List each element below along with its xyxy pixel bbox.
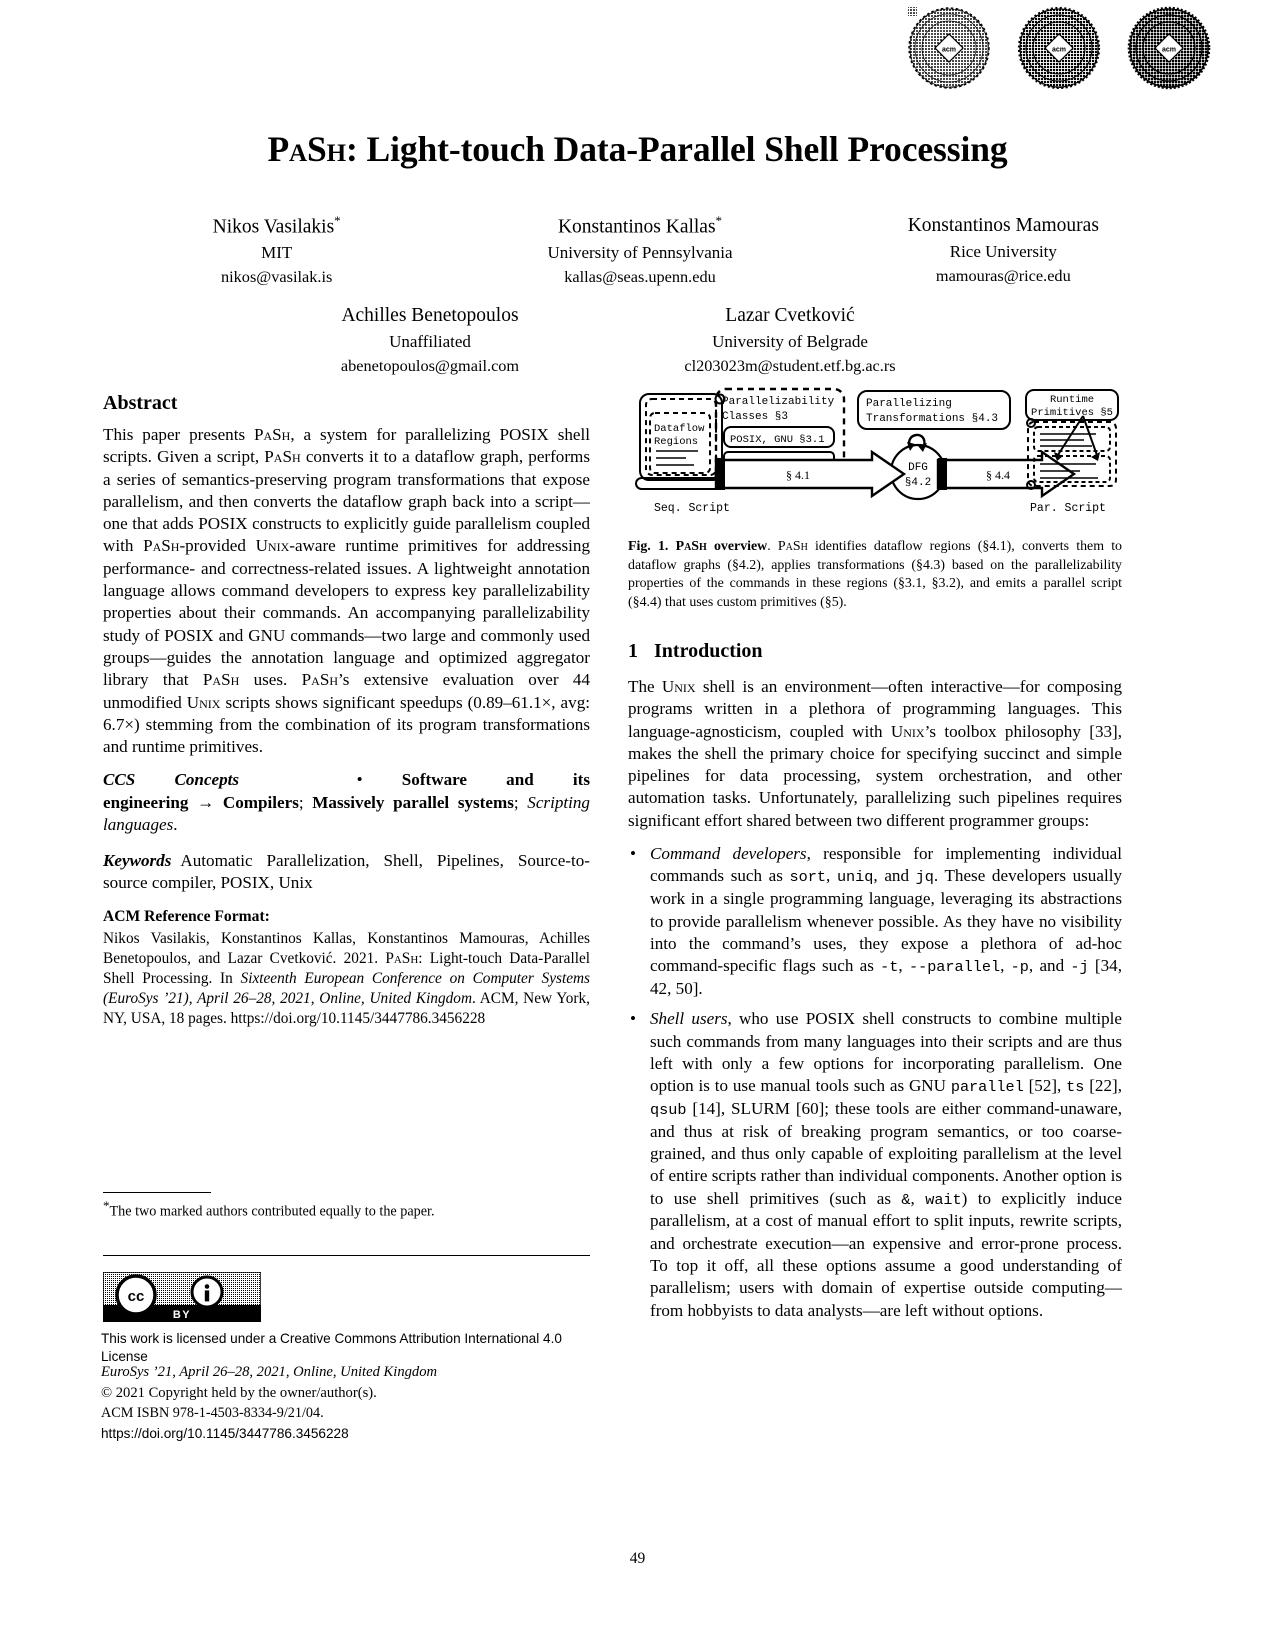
author-affiliation: Rice University — [949, 241, 1057, 261]
author-name: Nikos Vasilakis* — [212, 213, 341, 238]
figure-seq-script-label: Seq. Script — [654, 502, 730, 515]
svg-text:acm: acm — [1052, 47, 1066, 54]
copyright-line: © 2021 Copyright held by the owner/autho… — [101, 1384, 377, 1401]
section-number: 1 — [628, 640, 638, 662]
author-row-1: Nikos Vasilakis* MIT nikos@vasilak.is Ko… — [95, 212, 1185, 288]
copyright-block: EuroSys ’21, April 26–28, 2021, Online, … — [101, 1362, 601, 1443]
doi-link[interactable]: https://doi.org/10.1145/3447786.3456228 — [101, 1424, 601, 1443]
svg-text:acm: acm — [942, 47, 956, 54]
footnote: *The two marked authors contributed equa… — [103, 1198, 435, 1220]
figure-transformations-line2: Transformations §4.3 — [866, 413, 998, 425]
page-title: PaSh: Light-touch Data-Parallel Shell Pr… — [90, 128, 1185, 170]
keywords: Keywords Automatic Parallelization, Shell… — [103, 850, 590, 893]
author-block: Nikos Vasilakis* MIT nikos@vasilak.is — [95, 212, 458, 288]
isbn-line: ACM ISBN 978-1-4503-8334-9/21/04. — [101, 1405, 324, 1422]
figure-runtime-line2: Primitives §5 — [1031, 407, 1113, 419]
title-pash: PaSh — [267, 129, 346, 169]
figure-arrow2-label: § 4.4 — [986, 468, 1010, 482]
svg-text:BY: BY — [173, 1309, 191, 1321]
figure-parallelizability-line1: Parallelizability — [722, 396, 835, 408]
figure-dfg-line1: DFG — [908, 462, 928, 474]
author-block: Konstantinos Kallas* University of Penns… — [458, 212, 821, 288]
abstract-paragraph: This paper presents PaSh, a system for p… — [103, 425, 590, 757]
author-affiliation: University of Pennsylvania — [547, 243, 733, 263]
introduction-heading: 1 Introduction — [628, 640, 1122, 672]
introduction-body: The Unix shell is an environment—often i… — [628, 676, 1122, 1330]
figure-pash-overview: Seq. Script Dataflow Regions Paralleliza… — [628, 386, 1122, 518]
author-affiliation: University of Belgrade — [712, 331, 868, 351]
figure-par-script-label: Par. Script — [1030, 502, 1106, 515]
svg-text:cc: cc — [128, 1288, 145, 1305]
author-name: Konstantinos Mamouras — [907, 215, 1099, 236]
intro-paragraph-1: The Unix shell is an environment—often i… — [628, 677, 1122, 830]
figure-dataflow-regions-line1: Dataflow — [654, 423, 705, 435]
figure-dfg-line2: §4.2 — [905, 477, 931, 489]
acm-badges: acm acm acm — [901, 4, 1217, 92]
author-row-2: Achilles Benetopoulos Unaffiliated abene… — [250, 302, 970, 377]
author-email[interactable]: mamouras@rice.edu — [822, 264, 1185, 287]
author-email[interactable]: abenetopoulos@gmail.com — [250, 354, 610, 377]
list-item: Shell users, who use POSIX shell constru… — [630, 1008, 1122, 1322]
author-block: Lazar Cvetković University of Belgrade c… — [610, 302, 970, 377]
creative-commons-badge: cc BY — [102, 1271, 262, 1323]
page-number: 49 — [629, 1550, 646, 1567]
author-block: Konstantinos Mamouras Rice University ma… — [822, 212, 1185, 288]
author-name: Achilles Benetopoulos — [341, 305, 519, 326]
figure-caption: Fig. 1. PaSh overview. PaSh identifies d… — [628, 539, 1122, 610]
abstract-heading: Abstract — [103, 392, 178, 414]
license-text: This work is licensed under a Creative C… — [101, 1331, 562, 1364]
equal-contribution-marker: * — [715, 213, 723, 228]
author-block: Achilles Benetopoulos Unaffiliated abene… — [250, 302, 610, 377]
figure-parallelizability-line2: Classes §3 — [722, 411, 788, 423]
author-email[interactable]: nikos@vasilak.is — [95, 265, 458, 288]
programmer-groups-list: Command developers, responsible for impl… — [628, 843, 1122, 1322]
author-email[interactable]: cl203023m@student.etf.bg.ac.rs — [610, 354, 970, 377]
footnote-divider — [103, 1192, 211, 1193]
license-divider — [103, 1255, 590, 1256]
author-affiliation: MIT — [261, 243, 293, 263]
acm-reference-format-heading: ACM Reference Format: — [103, 908, 270, 926]
figure-arrow1-label: § 4.1 — [786, 468, 810, 482]
ccs-concepts: CCS Concepts • Software and its engineer… — [103, 770, 590, 835]
figure-dataflow-regions-line2: Regions — [654, 436, 698, 448]
venue-line: EuroSys ’21, April 26–28, 2021, Online, … — [101, 1364, 438, 1380]
figure-runtime-line1: Runtime — [1050, 394, 1094, 406]
acm-artifacts-evaluated-functional-badge: acm — [1011, 4, 1107, 92]
acm-reference-format-body: Nikos Vasilakis, Konstantinos Kallas, Ko… — [103, 930, 590, 1027]
title-rest: : Light-touch Data-Parallel Shell Proces… — [346, 129, 1008, 169]
figure-transformations-line1: Parallelizing — [866, 398, 952, 410]
svg-text:acm: acm — [1162, 47, 1176, 54]
equal-contribution-marker: * — [334, 213, 341, 228]
list-item: Command developers, responsible for impl… — [630, 843, 1122, 1000]
section-title: Introduction — [654, 640, 763, 662]
author-name: Lazar Cvetković — [725, 305, 855, 326]
acm-results-reproduced-badge: acm — [1121, 4, 1217, 92]
author-affiliation: Unaffiliated — [389, 331, 471, 351]
paper-page: acm acm acm PaSh: Light-touch Data-Paral… — [0, 0, 1275, 1650]
left-column: Abstract This paper presents PaSh, a sys… — [103, 392, 590, 1029]
figure-posix-gnu-label: POSIX, GNU §3.1 — [730, 434, 825, 446]
author-name: Konstantinos Kallas* — [557, 213, 723, 238]
author-email[interactable]: kallas@seas.upenn.edu — [458, 265, 821, 288]
acm-artifacts-available-badge: acm — [901, 4, 997, 92]
